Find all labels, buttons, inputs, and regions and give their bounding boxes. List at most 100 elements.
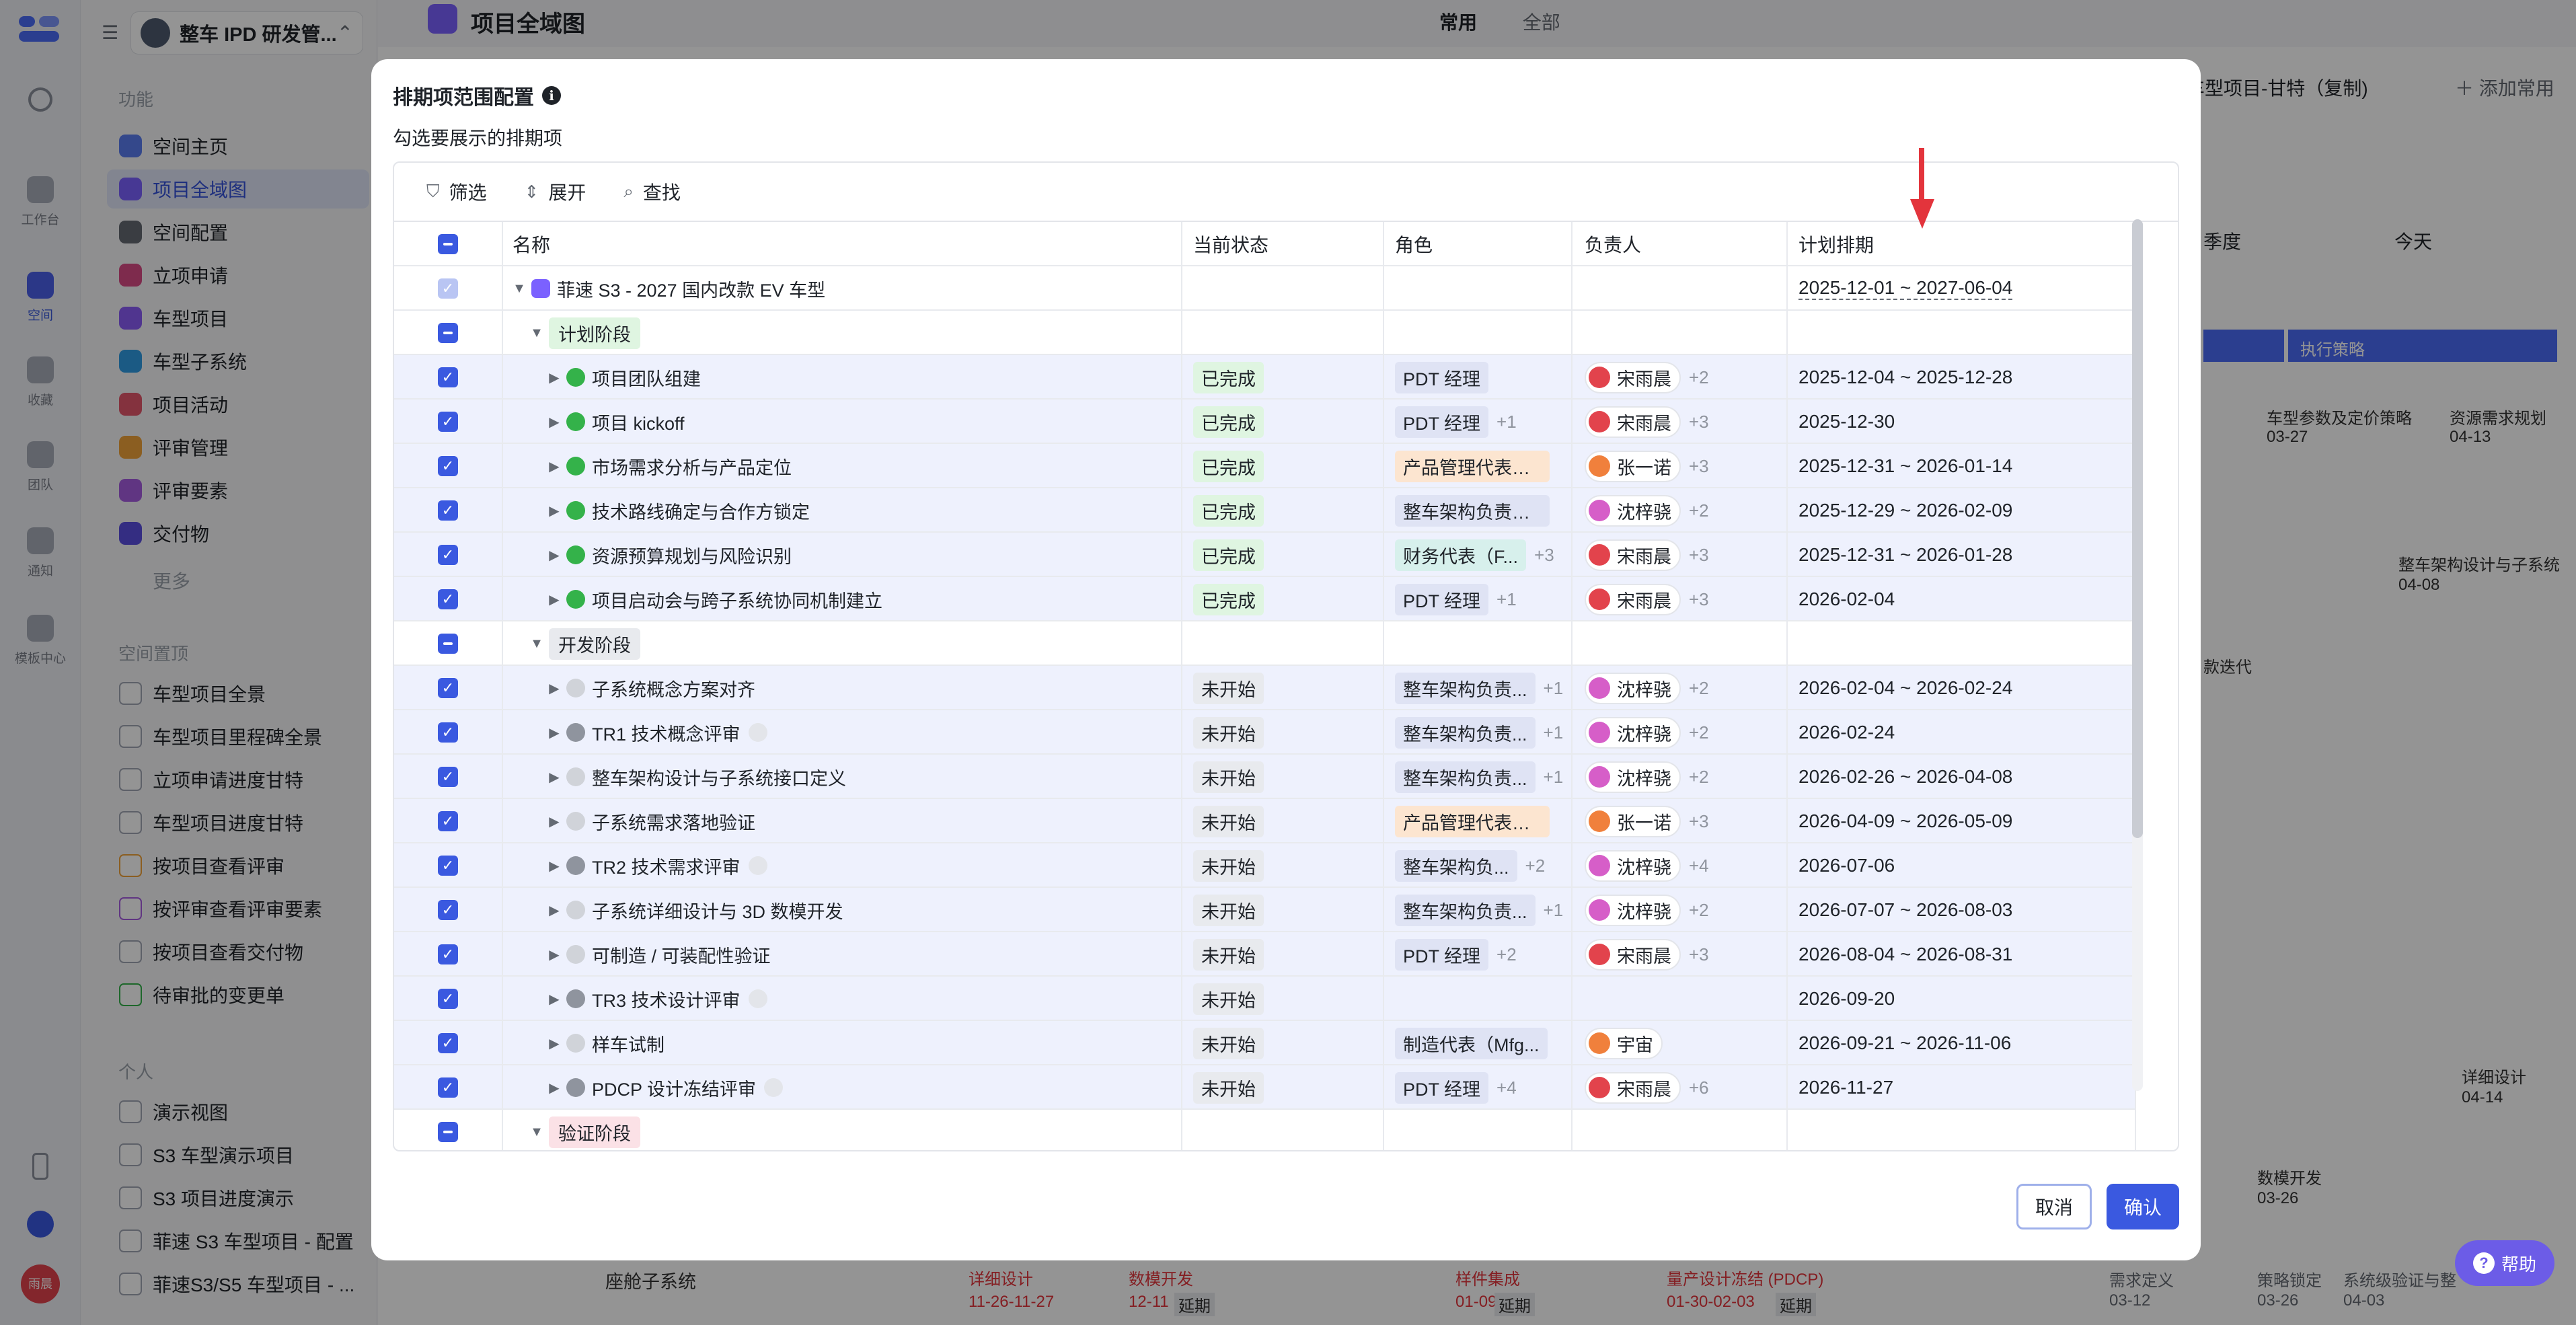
name-cell[interactable]: ▶ PDCP 设计冻结评审 [503, 1065, 1182, 1110]
status-cell[interactable]: 未开始 [1182, 932, 1384, 977]
owner-more-count[interactable]: +3 [1689, 412, 1709, 432]
name-cell[interactable]: ▶ 资源预算规划与风险识别 [503, 533, 1182, 577]
owner-chip[interactable]: 沈梓骁 [1585, 716, 1681, 749]
role-cell[interactable] [1384, 311, 1573, 355]
schedule-cell[interactable]: 2025-12-31 ~ 2026-01-14 [1788, 444, 2136, 488]
role-more-count[interactable]: +1 [1544, 767, 1564, 788]
role-more-count[interactable]: +2 [1497, 944, 1517, 965]
status-cell[interactable]: 未开始 [1182, 843, 1384, 888]
project-row[interactable]: ✓ ▼ 菲速 S3 - 2027 国内改款 EV 车型 2025-12-01 ~ 20… [394, 266, 2136, 311]
role-cell[interactable]: 整车架构负责人... [1384, 488, 1573, 533]
role-cell[interactable]: 产品管理代表（... [1384, 799, 1573, 843]
schedule-cell[interactable]: 2026-09-20 [1788, 977, 2136, 1021]
role-cell[interactable]: 财务代表（F... +3 [1384, 533, 1573, 577]
owner-chip[interactable]: 宇宙 [1585, 1027, 1663, 1059]
schedule-cell[interactable]: 2026-07-07 ~ 2026-08-03 [1788, 888, 2136, 932]
scrollbar-thumb[interactable] [2132, 219, 2143, 838]
schedule-cell[interactable]: 2026-09-21 ~ 2026-11-06 [1788, 1021, 2136, 1065]
owner-cell[interactable]: 宋雨晨 +3 [1573, 533, 1788, 577]
schedule-cell[interactable] [1788, 1110, 2136, 1150]
review-link-icon[interactable] [764, 1078, 784, 1097]
owner-chip[interactable]: 宋雨晨 [1585, 1071, 1681, 1104]
table-row[interactable]: ✓ ▶ 市场需求分析与产品定位 已完成 产品管理代表（... 张一诺 +3 2025-12-3… [394, 444, 2136, 488]
owner-chip[interactable]: 宋雨晨 [1585, 361, 1681, 393]
col-header-status[interactable]: 当前状态 [1182, 222, 1384, 266]
owner-more-count[interactable]: +3 [1689, 456, 1709, 477]
expand-caret-icon[interactable]: ▶ [547, 414, 561, 430]
status-cell[interactable]: 未开始 [1182, 1021, 1384, 1065]
schedule-cell[interactable]: 2025-12-30 [1788, 400, 2136, 444]
status-cell[interactable]: 已完成 [1182, 488, 1384, 533]
row-checkbox[interactable]: ✓ [438, 278, 458, 299]
review-link-icon[interactable] [748, 856, 767, 875]
name-cell[interactable]: ▶ 整车架构设计与子系统接口定义 [503, 755, 1182, 799]
row-checkbox[interactable] [438, 1122, 458, 1142]
expand-caret-icon[interactable]: ▶ [547, 502, 561, 519]
name-cell[interactable]: ▼ 计划阶段 [503, 311, 1182, 355]
owner-cell[interactable]: 宋雨晨 +3 [1573, 400, 1788, 444]
filter-button[interactable]: ⛉ 筛选 [426, 178, 487, 205]
cancel-button[interactable]: 取消 [2016, 1184, 2092, 1229]
table-row[interactable]: ✓ ▶ 子系统需求落地验证 未开始 产品管理代表（... 张一诺 +3 2026-04-09 … [394, 799, 2136, 843]
schedule-cell[interactable]: 2026-11-27 [1788, 1065, 2136, 1110]
role-cell[interactable]: PDT 经理 +1 [1384, 577, 1573, 621]
expand-caret-icon[interactable]: ▶ [547, 724, 561, 741]
schedule-cell[interactable] [1788, 311, 2136, 355]
name-cell[interactable]: ▼ 开发阶段 [503, 621, 1182, 666]
row-checkbox[interactable]: ✓ [438, 856, 458, 876]
owner-cell[interactable]: 宋雨晨 +6 [1573, 1065, 1788, 1110]
expand-caret-icon[interactable]: ▶ [547, 991, 561, 1008]
name-cell[interactable]: ▶ 技术路线确定与合作方锁定 [503, 488, 1182, 533]
name-cell[interactable]: ▶ 项目 kickoff [503, 400, 1182, 444]
role-more-count[interactable]: +1 [1544, 678, 1564, 699]
owner-chip[interactable]: 沈梓骁 [1585, 672, 1681, 704]
status-cell[interactable]: 未开始 [1182, 666, 1384, 710]
owner-more-count[interactable]: +2 [1689, 678, 1709, 699]
owner-cell[interactable] [1573, 977, 1788, 1021]
name-cell[interactable]: ▶ 项目启动会与跨子系统协同机制建立 [503, 577, 1182, 621]
owner-more-count[interactable]: +3 [1689, 944, 1709, 965]
name-cell[interactable]: ▶ TR1 技术概念评审 [503, 710, 1182, 755]
owner-cell[interactable]: 沈梓骁 +2 [1573, 666, 1788, 710]
row-checkbox[interactable]: ✓ [438, 412, 458, 432]
schedule-cell[interactable]: 2026-08-04 ~ 2026-08-31 [1788, 932, 2136, 977]
schedule-cell[interactable]: 2026-02-26 ~ 2026-04-08 [1788, 755, 2136, 799]
owner-chip[interactable]: 张一诺 [1585, 805, 1681, 837]
expand-caret-icon[interactable]: ▶ [547, 769, 561, 786]
select-all-checkbox[interactable] [438, 234, 458, 254]
status-cell[interactable] [1182, 311, 1384, 355]
expand-caret-icon[interactable]: ▶ [547, 369, 561, 386]
owner-chip[interactable]: 宋雨晨 [1585, 938, 1681, 971]
owner-cell[interactable]: 宋雨晨 +3 [1573, 932, 1788, 977]
owner-more-count[interactable]: +2 [1689, 767, 1709, 788]
owner-cell[interactable]: 宋雨晨 +3 [1573, 577, 1788, 621]
role-more-count[interactable]: +3 [1534, 545, 1554, 566]
table-row[interactable]: ✓ ▶ 样车试制 未开始 制造代表（Mfg... 宇宙 2026-09-21 ~ 2026-… [394, 1021, 2136, 1065]
table-row[interactable]: ✓ ▶ 可制造 / 可装配性验证 未开始 PDT 经理 +2 宋雨晨 +3 2026-08-04… [394, 932, 2136, 977]
name-cell[interactable]: ▶ 市场需求分析与产品定位 [503, 444, 1182, 488]
table-row[interactable]: ✓ ▶ 技术路线确定与合作方锁定 已完成 整车架构负责人... 沈梓骁 +2 2025-12-… [394, 488, 2136, 533]
owner-cell[interactable]: 沈梓骁 +4 [1573, 843, 1788, 888]
owner-more-count[interactable]: +2 [1689, 900, 1709, 921]
review-link-icon[interactable] [748, 723, 767, 742]
col-header-owner[interactable]: 负责人 [1573, 222, 1788, 266]
status-cell[interactable] [1182, 621, 1384, 666]
role-more-count[interactable]: +4 [1497, 1077, 1517, 1098]
expand-caret-icon[interactable]: ▶ [547, 680, 561, 697]
row-checkbox[interactable] [438, 634, 458, 654]
row-checkbox[interactable] [438, 323, 458, 343]
owner-cell[interactable]: 沈梓骁 +2 [1573, 710, 1788, 755]
status-cell[interactable]: 已完成 [1182, 577, 1384, 621]
owner-cell[interactable] [1573, 1110, 1788, 1150]
row-checkbox[interactable]: ✓ [438, 722, 458, 743]
owner-cell[interactable] [1573, 311, 1788, 355]
role-more-count[interactable]: +2 [1525, 856, 1546, 876]
table-row[interactable]: ✓ ▶ 资源预算规划与风险识别 已完成 财务代表（F... +3 宋雨晨 +3 2025-12-… [394, 533, 2136, 577]
schedule-cell[interactable]: 2026-04-09 ~ 2026-05-09 [1788, 799, 2136, 843]
name-cell[interactable]: ▶ 子系统详细设计与 3D 数模开发 [503, 888, 1182, 932]
owner-chip[interactable]: 宋雨晨 [1585, 583, 1681, 615]
status-cell[interactable]: 未开始 [1182, 755, 1384, 799]
owner-more-count[interactable]: +2 [1689, 500, 1709, 521]
name-cell[interactable]: ▶ TR2 技术需求评审 [503, 843, 1182, 888]
expand-caret-icon[interactable]: ▶ [547, 1035, 561, 1052]
